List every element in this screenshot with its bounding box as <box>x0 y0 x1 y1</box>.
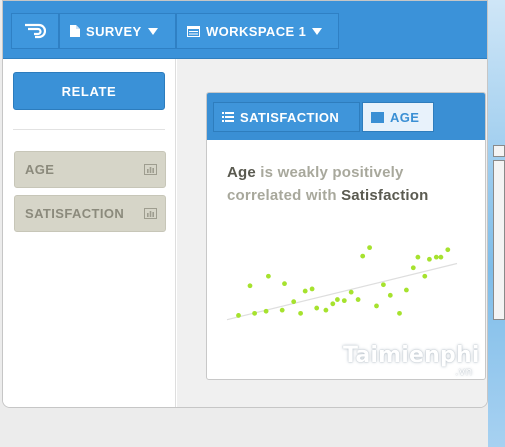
scatter-point-6 <box>282 281 287 287</box>
scatter-point-7 <box>291 299 297 305</box>
document-icon <box>70 25 80 37</box>
variable-label: AGE <box>25 162 55 177</box>
scatter-point-11 <box>314 305 320 311</box>
scatter-point-9 <box>302 288 308 294</box>
bar-chart-icon <box>144 164 157 175</box>
survey-label: SURVEY <box>86 23 142 39</box>
scatter-point-10 <box>309 286 315 292</box>
scatter-point-26 <box>415 254 421 260</box>
bar-chart-icon <box>371 111 384 123</box>
correlation-summary: Age is weakly positively correlated with… <box>227 161 477 207</box>
scatter-point-0 <box>236 313 241 318</box>
scatter-point-22 <box>387 292 393 298</box>
chevron-down-icon <box>312 27 323 35</box>
relation-card: SATISFACTION AGE Age is weakly positivel… <box>206 92 486 380</box>
variables-sidebar: RELATE AGE SATISFACTION <box>3 59 176 407</box>
speed-logo-icon <box>25 23 46 39</box>
home-logo-button[interactable] <box>11 13 59 49</box>
top-toolbar: SURVEY WORKSPACE 1 <box>3 1 487 59</box>
scatter-point-21 <box>381 282 386 288</box>
scatter-point-25 <box>410 265 416 271</box>
bar-chart-icon <box>144 208 157 219</box>
scatter-point-23 <box>397 310 402 316</box>
summary-object: Satisfaction <box>341 187 429 204</box>
tab-satisfaction[interactable]: SATISFACTION <box>213 102 360 132</box>
adjacent-window-edge <box>488 0 505 447</box>
scatter-point-2 <box>263 308 269 314</box>
workspace-label: WORKSPACE 1 <box>206 23 307 39</box>
scatter-point-1 <box>252 310 257 316</box>
variable-item-satisfaction[interactable]: SATISFACTION <box>14 195 166 232</box>
scatter-point-24 <box>404 287 409 293</box>
scatter-point-17 <box>355 297 361 302</box>
scatter-point-28 <box>427 256 432 262</box>
scatter-point-20 <box>374 303 379 309</box>
survey-dropdown[interactable]: SURVEY <box>59 13 176 49</box>
watermark-logo: Taimienphi .vn <box>343 343 480 378</box>
card-header: SATISFACTION AGE <box>207 93 485 140</box>
tab-label: SATISFACTION <box>240 109 340 125</box>
chevron-down-icon <box>147 27 158 35</box>
scatter-point-31 <box>445 247 451 253</box>
window-icon <box>187 25 200 37</box>
list-icon <box>222 112 234 122</box>
scatter-point-13 <box>330 301 336 307</box>
variable-label: SATISFACTION <box>25 206 125 221</box>
scatter-point-8 <box>298 310 303 316</box>
desktop-background <box>0 408 505 447</box>
sidebar-divider <box>13 129 165 130</box>
variable-item-age[interactable]: AGE <box>14 151 166 188</box>
scatter-point-14 <box>335 297 340 302</box>
scrollbar-track[interactable] <box>493 160 505 320</box>
scatter-point-4 <box>247 283 253 289</box>
scatter-point-5 <box>266 273 271 279</box>
scatter-point-29 <box>433 254 439 260</box>
scatter-plot <box>226 245 458 321</box>
tab-age[interactable]: AGE <box>362 102 434 132</box>
scatter-point-16 <box>348 289 354 295</box>
workspace-dropdown[interactable]: WORKSPACE 1 <box>176 13 339 49</box>
tab-label: AGE <box>390 109 420 125</box>
scroll-arrow-up-icon[interactable] <box>493 145 505 157</box>
scatter-point-30 <box>438 254 444 260</box>
scatter-point-27 <box>422 273 428 279</box>
relate-button[interactable]: RELATE <box>13 72 165 110</box>
scatter-point-19 <box>367 245 372 251</box>
trend-line <box>226 262 458 321</box>
scatter-point-18 <box>360 253 366 259</box>
scatter-point-15 <box>341 298 347 304</box>
app-window: SURVEY WORKSPACE 1 RELATE AGE SATISFACTI… <box>2 0 488 408</box>
summary-subject: Age <box>227 164 256 181</box>
scatter-point-3 <box>279 307 285 313</box>
scatter-point-12 <box>323 307 329 313</box>
